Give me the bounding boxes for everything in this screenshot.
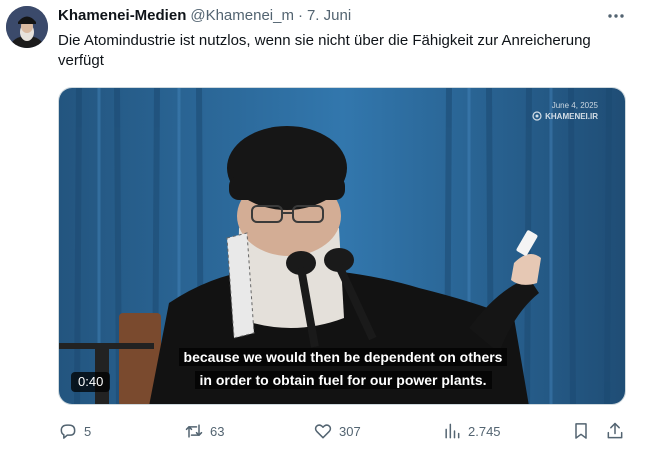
repost-count: 63 xyxy=(210,423,225,439)
more-dots-icon xyxy=(608,14,624,18)
more-options-button[interactable] xyxy=(604,6,628,26)
subtitle-line-2: in order to obtain fuel for our power pl… xyxy=(59,369,625,391)
author-name[interactable]: Khamenei-Medien xyxy=(58,7,186,24)
separator-dot: · xyxy=(297,7,303,24)
reply-bubble-icon xyxy=(58,421,78,441)
watermark-date: June 4, 2025 xyxy=(551,101,598,110)
subtitle-line-1-text: because we would then be dependent on ot… xyxy=(178,348,508,366)
reply-count: 5 xyxy=(84,423,92,439)
views-button[interactable]: 2.745 xyxy=(442,420,501,442)
subtitle-line-1: because we would then be dependent on ot… xyxy=(59,346,625,368)
views-count: 2.745 xyxy=(468,423,501,439)
watermark-logo: KHAMENEI.IR xyxy=(532,111,598,121)
watermark-brand: KHAMENEI.IR xyxy=(545,111,598,121)
like-button[interactable]: 307 xyxy=(313,420,361,442)
avatar[interactable] xyxy=(6,6,48,48)
reply-button[interactable]: 5 xyxy=(58,420,91,442)
repost-arrows-icon xyxy=(184,421,204,441)
heart-icon xyxy=(313,421,333,441)
video-player[interactable]: June 4, 2025 KHAMENEI.IR because we woul… xyxy=(58,87,626,405)
subtitle-line-2-text: in order to obtain fuel for our power pl… xyxy=(194,371,492,389)
bar-chart-icon xyxy=(442,421,462,441)
like-count: 307 xyxy=(339,423,361,439)
bookmark-button[interactable] xyxy=(571,420,591,442)
khamenei-logo-icon xyxy=(532,111,542,121)
author-handle[interactable]: @Khamenei_m xyxy=(190,7,294,24)
action-bar: 5 63 307 2.745 xyxy=(58,420,630,442)
tweet-card[interactable]: Khamenei-Medien @Khamenei_m · 7. Juni Di… xyxy=(0,0,651,455)
video-duration: 0:40 xyxy=(71,372,111,392)
bookmark-icon xyxy=(571,421,591,441)
tweet-text: Die Atomindustrie ist nutzlos, wenn sie … xyxy=(58,32,591,69)
avatar-image xyxy=(6,6,48,48)
share-button[interactable] xyxy=(605,420,625,442)
tweet-date[interactable]: 7. Juni xyxy=(307,7,351,24)
tweet-header: Khamenei-Medien @Khamenei_m · 7. Juni xyxy=(58,7,351,27)
repost-button[interactable]: 63 xyxy=(184,420,224,442)
share-upload-icon xyxy=(605,421,625,441)
